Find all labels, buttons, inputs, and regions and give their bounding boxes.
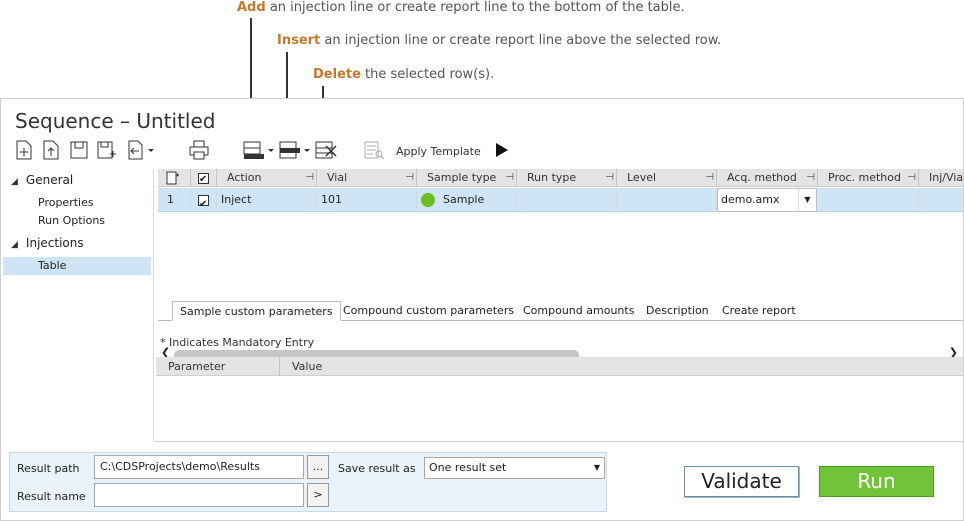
result-path-label: Result path xyxy=(17,462,80,475)
pin-icon[interactable]: ⊣ xyxy=(505,169,514,187)
callout-delete: Delete the selected row(s). xyxy=(313,67,494,82)
cell-action[interactable]: Inject xyxy=(217,188,317,212)
callout-delete-bold: Delete xyxy=(313,67,361,82)
delete-row-icon[interactable] xyxy=(314,139,340,161)
apply-template-icon[interactable] xyxy=(363,139,385,161)
collapse-triangle-icon[interactable]: ◢ xyxy=(11,240,18,250)
toolbar: Apply Template xyxy=(13,137,953,163)
result-name-expand-button[interactable]: > xyxy=(307,483,329,507)
pin-icon[interactable]: ⊣ xyxy=(305,169,314,187)
sidebar-selection-highlight xyxy=(3,257,151,275)
import-icon[interactable] xyxy=(123,139,157,161)
insert-row-icon[interactable] xyxy=(278,139,312,161)
callout-insert: Insert an injection line or create repor… xyxy=(277,33,721,48)
mandatory-note: * Indicates Mandatory Entry xyxy=(160,336,315,349)
window-title: Sequence – Untitled xyxy=(15,109,216,133)
row-number-header[interactable] xyxy=(158,169,191,187)
callout-insert-bold: Insert xyxy=(277,33,321,48)
acq-method-value: demo.amx xyxy=(721,193,780,206)
cell-inj-vial[interactable] xyxy=(919,188,963,212)
select-all-header[interactable] xyxy=(191,169,217,189)
row-checkbox-cell[interactable] xyxy=(191,188,217,217)
col-action[interactable]: Action ⊣ xyxy=(217,169,317,187)
content-divider xyxy=(154,441,963,442)
col-level[interactable]: Level ⊣ xyxy=(617,169,717,187)
tab-description[interactable]: Description xyxy=(646,301,709,321)
apply-template-button[interactable]: Apply Template xyxy=(396,145,481,158)
browse-button[interactable]: ... xyxy=(307,455,329,479)
tab-sample-custom-parameters[interactable]: Sample custom parameters xyxy=(172,301,341,321)
pin-icon[interactable]: ⊣ xyxy=(806,169,815,187)
sidebar-item-properties[interactable]: Properties xyxy=(38,196,94,209)
sidebar-group-general[interactable]: ◢ General xyxy=(11,173,73,187)
save-icon[interactable] xyxy=(68,139,90,161)
run-button[interactable]: Run xyxy=(819,466,934,497)
callout-delete-text: the selected row(s). xyxy=(360,67,495,82)
tab-compound-amounts[interactable]: Compound amounts xyxy=(523,301,634,321)
tab-create-report[interactable]: Create report xyxy=(722,301,796,321)
pin-icon[interactable]: ⊣ xyxy=(605,169,614,187)
cell-level[interactable] xyxy=(617,188,717,212)
run-play-icon[interactable] xyxy=(490,139,512,161)
col-run-type[interactable]: Run type ⊣ xyxy=(517,169,617,187)
acq-method-dropdown[interactable]: demo.amx ▼ xyxy=(717,188,817,212)
parameter-table-header: Parameter Value xyxy=(156,357,963,376)
cell-sample-type[interactable]: Sample xyxy=(417,188,517,212)
table-row[interactable]: 1 Inject 101 Sample demo.amx ▼ xyxy=(158,188,963,217)
add-column-icon xyxy=(166,171,179,185)
sidebar-group-label: General xyxy=(25,173,74,187)
col-parameter[interactable]: Parameter xyxy=(168,357,280,376)
result-settings-panel: Result path C:\CDSProjects\demo\Results … xyxy=(9,452,607,512)
callout-add-text: an injection line or create report line … xyxy=(265,0,685,15)
callout-add-bold: Add xyxy=(237,0,266,15)
sidebar-item-table[interactable]: Table xyxy=(38,259,66,272)
open-file-icon[interactable] xyxy=(40,139,62,161)
cell-vial[interactable]: 101 xyxy=(317,188,417,212)
callout-insert-text: an injection line or create report line … xyxy=(320,33,722,48)
col-proc-method[interactable]: Proc. method ⊣ xyxy=(818,169,919,187)
sample-type-dot-icon xyxy=(421,193,435,207)
result-name-field[interactable] xyxy=(94,483,304,507)
result-path-field[interactable]: C:\CDSProjects\demo\Results xyxy=(94,455,304,479)
chevron-down-icon[interactable]: ▼ xyxy=(798,189,816,211)
col-value[interactable]: Value xyxy=(292,357,322,376)
row-checkbox[interactable] xyxy=(198,193,209,217)
sequence-window: Sequence – Untitled Apply Template ◢ Gen… xyxy=(0,98,964,521)
save-as-icon[interactable] xyxy=(96,139,118,161)
save-result-label: Save result as xyxy=(338,462,416,475)
pin-icon[interactable]: ⊣ xyxy=(907,169,916,187)
cell-proc-method[interactable] xyxy=(818,188,919,212)
callout-add: Add an injection line or create report l… xyxy=(237,0,685,15)
validate-button[interactable]: Validate xyxy=(684,466,799,497)
sidebar: ◢ General Properties Run Options ◢ Injecti… xyxy=(1,169,154,441)
col-inj-vial[interactable]: Inj/Via xyxy=(919,169,963,187)
sidebar-group-injections[interactable]: ◢ Injections xyxy=(11,236,84,250)
col-acq-method[interactable]: Acq. method ⊣ xyxy=(717,169,818,187)
parameter-tabs: Sample custom parameters Compound custom… xyxy=(158,299,963,321)
table-header: Action⊣ Vial⊣ Sample type⊣ Run type⊣ Lev… xyxy=(158,169,963,189)
pin-icon[interactable]: ⊣ xyxy=(405,169,414,187)
tab-compound-custom-parameters[interactable]: Compound custom parameters xyxy=(343,301,514,321)
add-row-icon[interactable] xyxy=(242,139,276,161)
chevron-down-icon[interactable]: ▼ xyxy=(594,458,600,478)
cell-run-type[interactable] xyxy=(517,188,617,212)
collapse-triangle-icon[interactable]: ◢ xyxy=(11,177,18,187)
col-vial[interactable]: Vial ⊣ xyxy=(317,169,417,187)
select-all-checkbox[interactable] xyxy=(198,171,209,189)
new-file-icon[interactable] xyxy=(13,139,35,161)
sample-type-label: Sample xyxy=(443,193,485,206)
row-number: 1 xyxy=(158,188,191,212)
col-sample-type[interactable]: Sample type ⊣ xyxy=(417,169,517,187)
result-name-label: Result name xyxy=(17,490,86,503)
save-result-select[interactable]: One result set ▼ xyxy=(424,457,605,479)
save-result-value: One result set xyxy=(429,461,507,474)
sidebar-group-label: Injections xyxy=(25,236,84,250)
sidebar-item-run-options[interactable]: Run Options xyxy=(38,214,105,227)
print-icon[interactable] xyxy=(188,139,210,161)
pin-icon[interactable]: ⊣ xyxy=(705,169,714,187)
